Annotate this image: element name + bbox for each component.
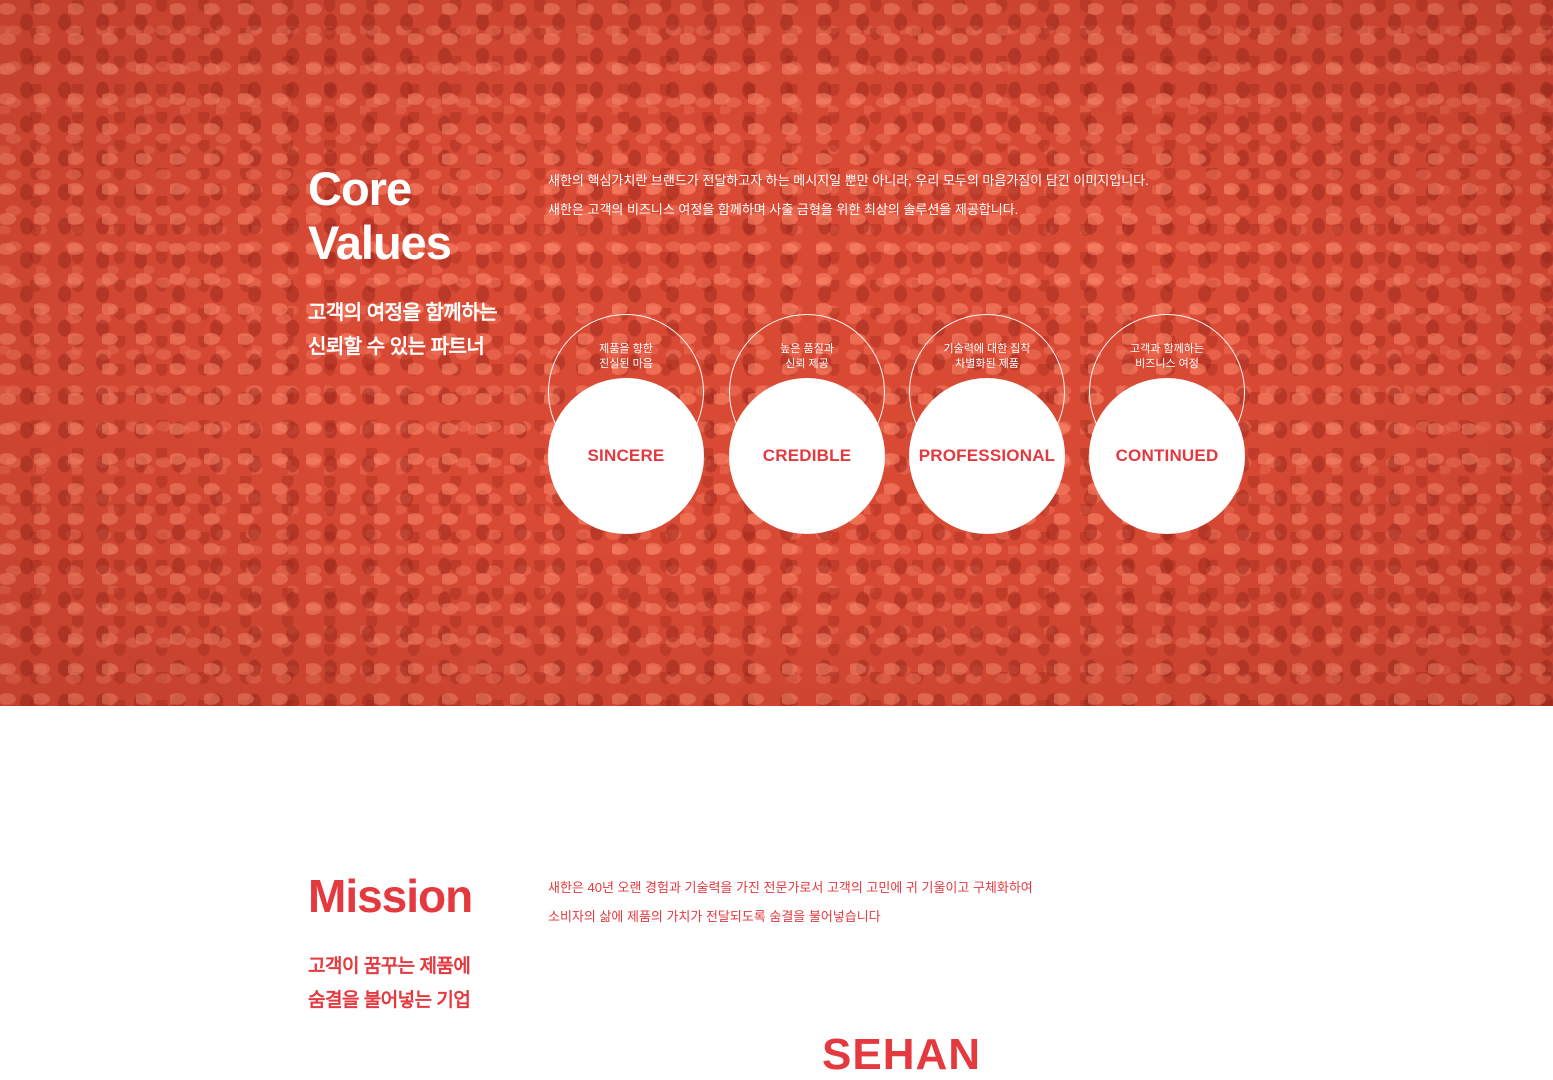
value-disc: PROFESSIONAL xyxy=(909,378,1065,534)
core-values-description-line1: 새한의 핵심가치란 브랜드가 전달하고자 하는 메시지일 뿐만 아니라, 우리 … xyxy=(548,173,1149,188)
core-values-subtitle-line1: 고객의 여정을 함께하는 xyxy=(308,302,498,324)
mission-description: 새한은 40년 오랜 경험과 기술력을 가진 전문가로서 고객의 고민에 귀 기… xyxy=(548,873,1033,931)
value-item-sincere: 제품을 향한 진실된 마음 SINCERE xyxy=(548,314,704,534)
core-values-description: 새한의 핵심가치란 브랜드가 전달하고자 하는 메시지일 뿐만 아니라, 우리 … xyxy=(548,166,1149,224)
value-disc: CONTINUED xyxy=(1089,378,1245,534)
value-label: CREDIBLE xyxy=(762,446,852,465)
value-disc: CREDIBLE xyxy=(729,378,885,534)
value-item-credible: 높은 품질과 신뢰 제공 CREDIBLE xyxy=(729,314,885,534)
core-values-title: Core Values xyxy=(308,162,452,270)
mission-subtitle: 고객이 꿈꾸는 제품에 숨결을 불어넣는 기업 xyxy=(308,950,471,1018)
value-caption-line1: 제품을 향한 xyxy=(599,343,653,355)
value-caption: 제품을 향한 진실된 마음 xyxy=(548,342,704,372)
mission-title: Mission xyxy=(308,870,473,922)
value-disc: SINCERE xyxy=(548,378,704,534)
core-values-subtitle-line2: 신뢰할 수 있는 파트너 xyxy=(308,336,485,358)
mission-subtitle-line1: 고객이 꿈꾸는 제품에 xyxy=(308,956,471,977)
value-caption-line2: 비즈니스 여정 xyxy=(1135,358,1199,370)
core-values-description-line2: 새한은 고객의 비즈니스 여정을 함께하며 사출 금형을 위한 최상의 솔루션을… xyxy=(548,202,1019,217)
value-label: CONTINUED xyxy=(1115,446,1219,465)
mission-subtitle-line2: 숨결을 불어넣는 기업 xyxy=(308,990,471,1011)
core-values-title-line2: Values xyxy=(308,216,452,269)
value-item-professional: 기술력에 대한 집착 차별화된 제품 PROFESSIONAL xyxy=(909,314,1065,534)
value-item-continued: 고객과 함께하는 비즈니스 여정 CONTINUED xyxy=(1089,314,1245,534)
value-caption: 기술력에 대한 집착 차별화된 제품 xyxy=(909,342,1065,372)
value-caption-line1: 기술력에 대한 집착 xyxy=(943,343,1031,355)
core-values-section: Core Values 고객의 여정을 함께하는 신뢰할 수 있는 파트너 새한… xyxy=(0,0,1553,706)
value-caption-line1: 높은 품질과 xyxy=(780,343,834,355)
core-values-subtitle: 고객의 여정을 함께하는 신뢰할 수 있는 파트너 xyxy=(308,296,498,364)
value-caption-line2: 진실된 마음 xyxy=(599,358,653,370)
value-caption-line2: 차별화된 제품 xyxy=(955,358,1019,370)
value-caption: 높은 품질과 신뢰 제공 xyxy=(729,342,885,372)
mission-description-line2: 소비자의 삶에 제품의 가치가 전달되도록 숨결을 불어넣습니다 xyxy=(548,909,881,924)
value-label: PROFESSIONAL xyxy=(918,446,1056,465)
value-caption-line1: 고객과 함께하는 xyxy=(1130,343,1204,355)
sehan-brand-text: SEHAN xyxy=(822,1030,982,1079)
value-caption-line2: 신뢰 제공 xyxy=(785,358,829,370)
value-label: SINCERE xyxy=(587,446,665,465)
core-values-title-line1: Core xyxy=(308,162,412,215)
value-caption: 고객과 함께하는 비즈니스 여정 xyxy=(1089,342,1245,372)
mission-description-line1: 새한은 40년 오랜 경험과 기술력을 가진 전문가로서 고객의 고민에 귀 기… xyxy=(548,880,1033,895)
